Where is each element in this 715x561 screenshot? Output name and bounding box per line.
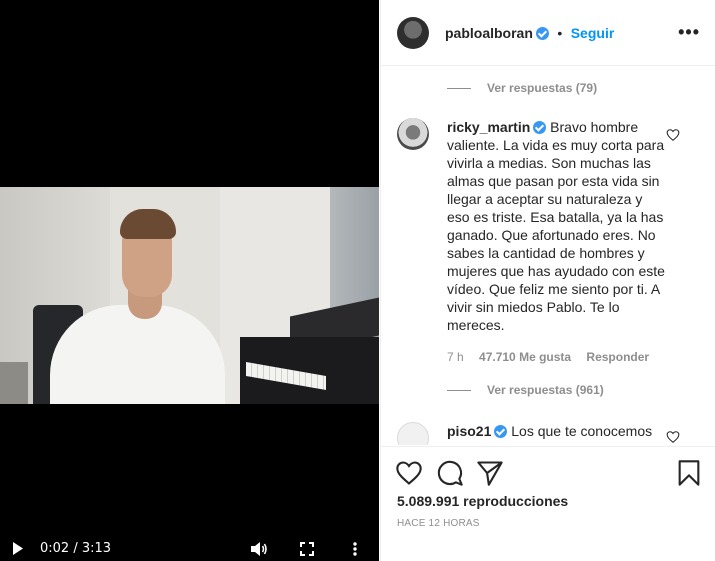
replies-line	[447, 389, 471, 391]
video-time: 0:02 / 3:13	[40, 541, 112, 556]
post-options-button[interactable]: •••	[678, 22, 700, 43]
author-avatar[interactable]	[397, 17, 429, 49]
comment-body: piso21 Los que te conocemos	[447, 422, 665, 440]
play-icon	[13, 542, 23, 555]
comment-text: Los que te conocemos	[511, 423, 653, 439]
video-scene-person-hair	[120, 209, 176, 239]
reply-button[interactable]: Responder	[586, 350, 649, 364]
verified-badge-icon	[533, 121, 547, 134]
view-replies-label: Ver respuestas (961)	[487, 383, 604, 397]
commenter-username[interactable]: piso21	[447, 423, 491, 439]
comment-body: ricky_martin Bravo hombre valiente. La v…	[447, 118, 665, 334]
commenter-avatar[interactable]	[397, 118, 429, 150]
comments-list[interactable]: Ver respuestas (79) ricky_martin Bravo h…	[381, 67, 715, 445]
video-player[interactable]: 0:02 / 3:13	[0, 0, 379, 561]
author-line: pabloalboran • Seguir	[445, 25, 614, 43]
video-controls: 0:02 / 3:13	[0, 536, 379, 561]
verified-badge-icon	[494, 425, 508, 438]
comment-item: ricky_martin Bravo hombre valiente. La v…	[397, 118, 697, 418]
video-scene-door	[0, 362, 28, 404]
view-replies-label: Ver respuestas (79)	[487, 81, 598, 95]
volume-button[interactable]	[248, 536, 270, 561]
author-username[interactable]: pabloalboran	[445, 25, 533, 41]
post-details-panel: pabloalboran • Seguir ••• Ver respuestas…	[380, 0, 715, 561]
view-replies-button[interactable]: Ver respuestas (79)	[447, 81, 597, 95]
like-comment-heart-icon[interactable]	[666, 430, 680, 444]
video-scene-person-shirt	[50, 305, 225, 404]
view-count[interactable]: 5.089.991 reproducciones	[397, 493, 568, 509]
save-bookmark-icon[interactable]	[675, 459, 703, 487]
commenter-username[interactable]: ricky_martin	[447, 119, 530, 135]
commenter-avatar[interactable]	[397, 422, 429, 445]
verified-badge-icon	[535, 27, 549, 40]
fullscreen-icon	[300, 541, 314, 556]
volume-icon	[251, 541, 267, 556]
replies-line	[447, 87, 471, 89]
more-vertical-icon	[353, 541, 357, 556]
like-comment-heart-icon[interactable]	[666, 128, 680, 142]
fullscreen-button[interactable]	[297, 536, 317, 561]
comment-item: piso21 Los que te conocemos	[397, 422, 697, 445]
video-frame[interactable]	[0, 187, 379, 404]
comment-bubble-icon[interactable]	[436, 459, 464, 487]
comment-time[interactable]: 7 h	[447, 350, 464, 364]
play-button[interactable]	[8, 536, 28, 561]
comment-likes[interactable]: 47.710 Me gusta	[479, 350, 571, 364]
post-header: pabloalboran • Seguir •••	[381, 0, 715, 66]
like-heart-icon[interactable]	[395, 459, 423, 487]
more-options-button[interactable]	[347, 536, 363, 561]
post-timestamp[interactable]: HACE 12 HORAS	[397, 518, 480, 529]
follow-button[interactable]: Seguir	[571, 25, 615, 41]
post-actions-bar: 5.089.991 reproducciones HACE 12 HORAS	[381, 446, 715, 561]
comment-text: Bravo hombre valiente. La vida es muy co…	[447, 119, 665, 333]
comment-meta: 7 h 47.710 Me gusta Responder	[447, 350, 661, 364]
view-replies-button[interactable]: Ver respuestas (961)	[447, 383, 604, 397]
share-paper-plane-icon[interactable]	[476, 459, 504, 487]
separator-dot: •	[557, 25, 563, 41]
